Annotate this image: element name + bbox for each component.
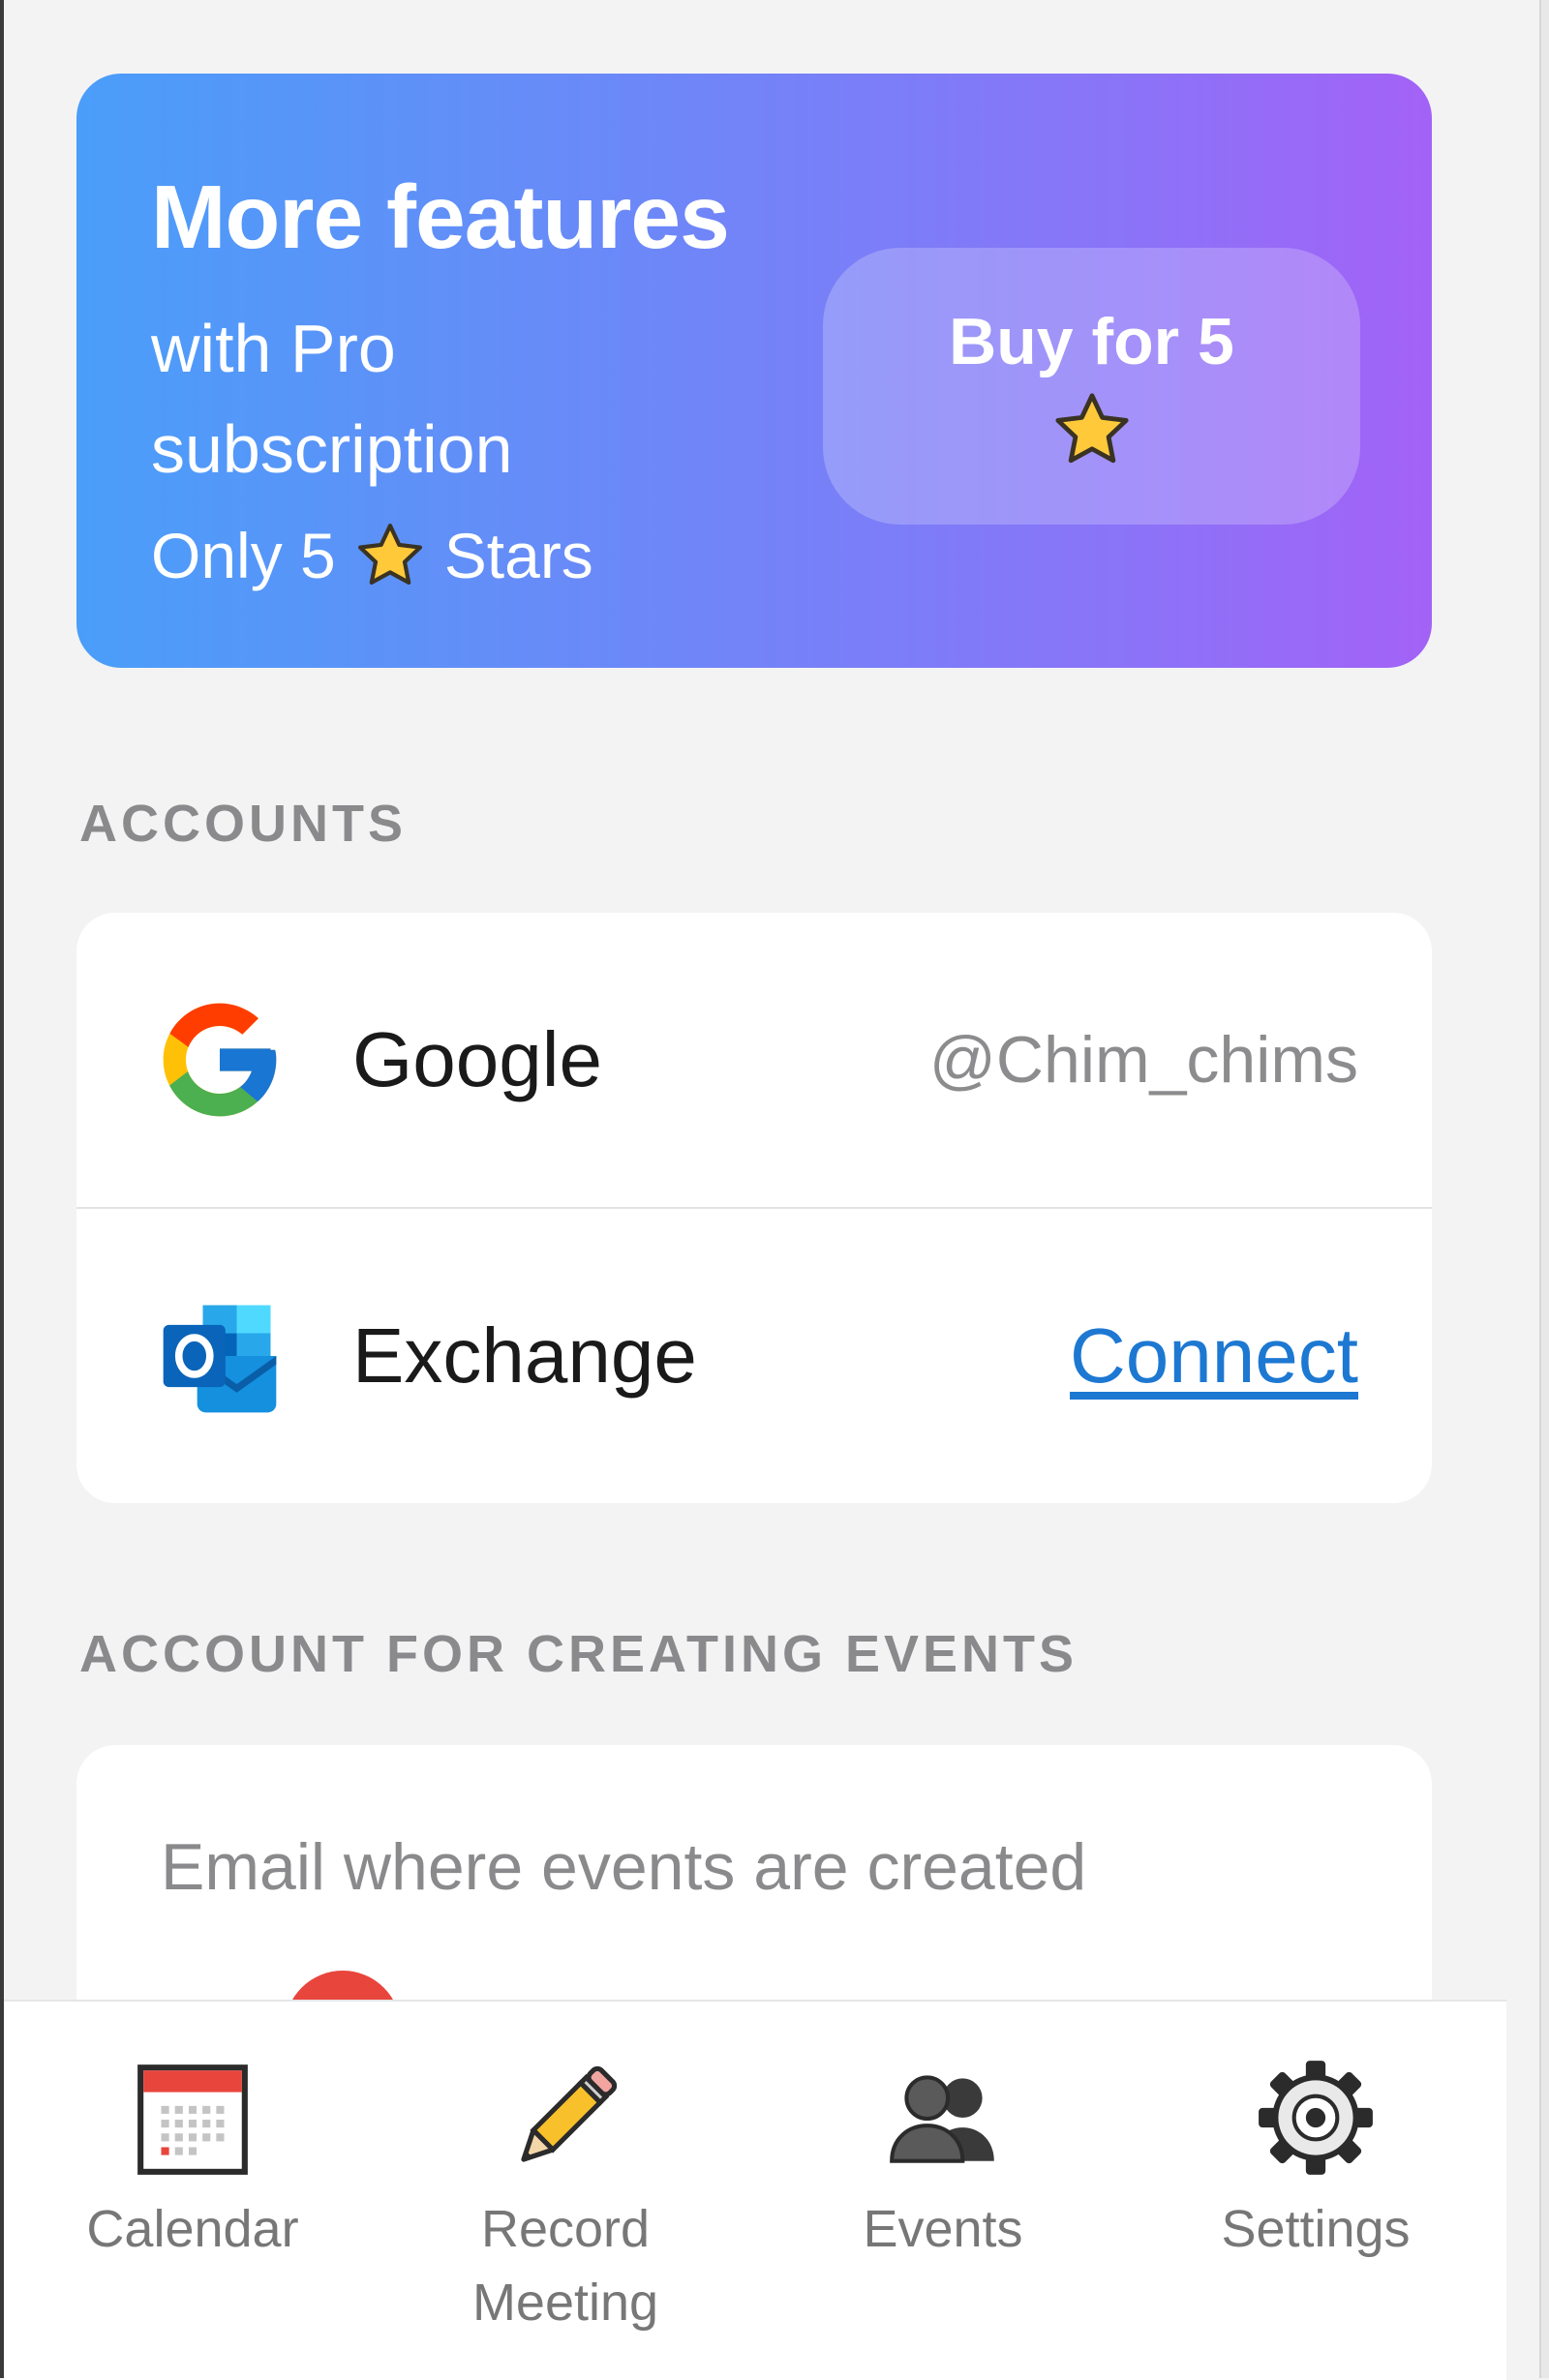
nav-calendar[interactable]: Calendar (47, 2055, 338, 2266)
gear-icon (1259, 2061, 1373, 2175)
events-account-section-label: ACCOUNT FOR CREATING EVENTS (79, 1625, 1078, 1683)
account-row-google[interactable]: Google @Chim_chims (76, 913, 1432, 1207)
promo-price: Only 5 Stars (151, 519, 593, 592)
events-email-hint: Email where events are created (161, 1830, 1087, 1904)
people-icon (890, 2075, 994, 2163)
star-icon (1054, 393, 1129, 464)
buy-button-label: Buy for 5 (949, 305, 1234, 378)
accounts-card: Google @Chim_chims Exchange Connect (76, 913, 1432, 1503)
promo-price-prefix: Only 5 (151, 520, 336, 591)
outlook-icon (163, 1305, 277, 1413)
bottom-navigation: Calendar Record Meeting Events Settings (4, 2000, 1506, 2380)
nav-settings[interactable]: Settings (1170, 2055, 1461, 2266)
account-name-exchange: Exchange (352, 1312, 697, 1399)
connect-exchange-link[interactable]: Connect (1070, 1311, 1358, 1401)
accounts-section-label: ACCOUNTS (79, 795, 407, 853)
scrollbar-track[interactable] (1539, 0, 1549, 2378)
star-icon (357, 524, 422, 585)
nav-record-meeting[interactable]: Record Meeting (420, 2055, 711, 2339)
pro-promo-banner: More features with Pro subscription Only… (76, 74, 1432, 668)
nav-calendar-label: Calendar (86, 2200, 299, 2258)
nav-record-meeting-label: Record Meeting (471, 2200, 659, 2332)
google-icon (163, 1003, 277, 1117)
buy-pro-button[interactable]: Buy for 5 (823, 248, 1360, 525)
nav-events-label: Events (863, 2200, 1023, 2258)
promo-title: More features (151, 166, 730, 267)
account-username: @Chim_chims (928, 1023, 1358, 1097)
account-name-google: Google (352, 1016, 602, 1102)
account-row-exchange[interactable]: Exchange Connect (76, 1209, 1432, 1503)
calendar-icon (137, 2064, 248, 2175)
nav-events[interactable]: Events (798, 2055, 1088, 2266)
promo-price-suffix: Stars (443, 520, 593, 591)
promo-subtitle: with Pro subscription (151, 311, 513, 487)
pencil-icon (521, 2065, 618, 2162)
nav-settings-label: Settings (1221, 2200, 1411, 2258)
